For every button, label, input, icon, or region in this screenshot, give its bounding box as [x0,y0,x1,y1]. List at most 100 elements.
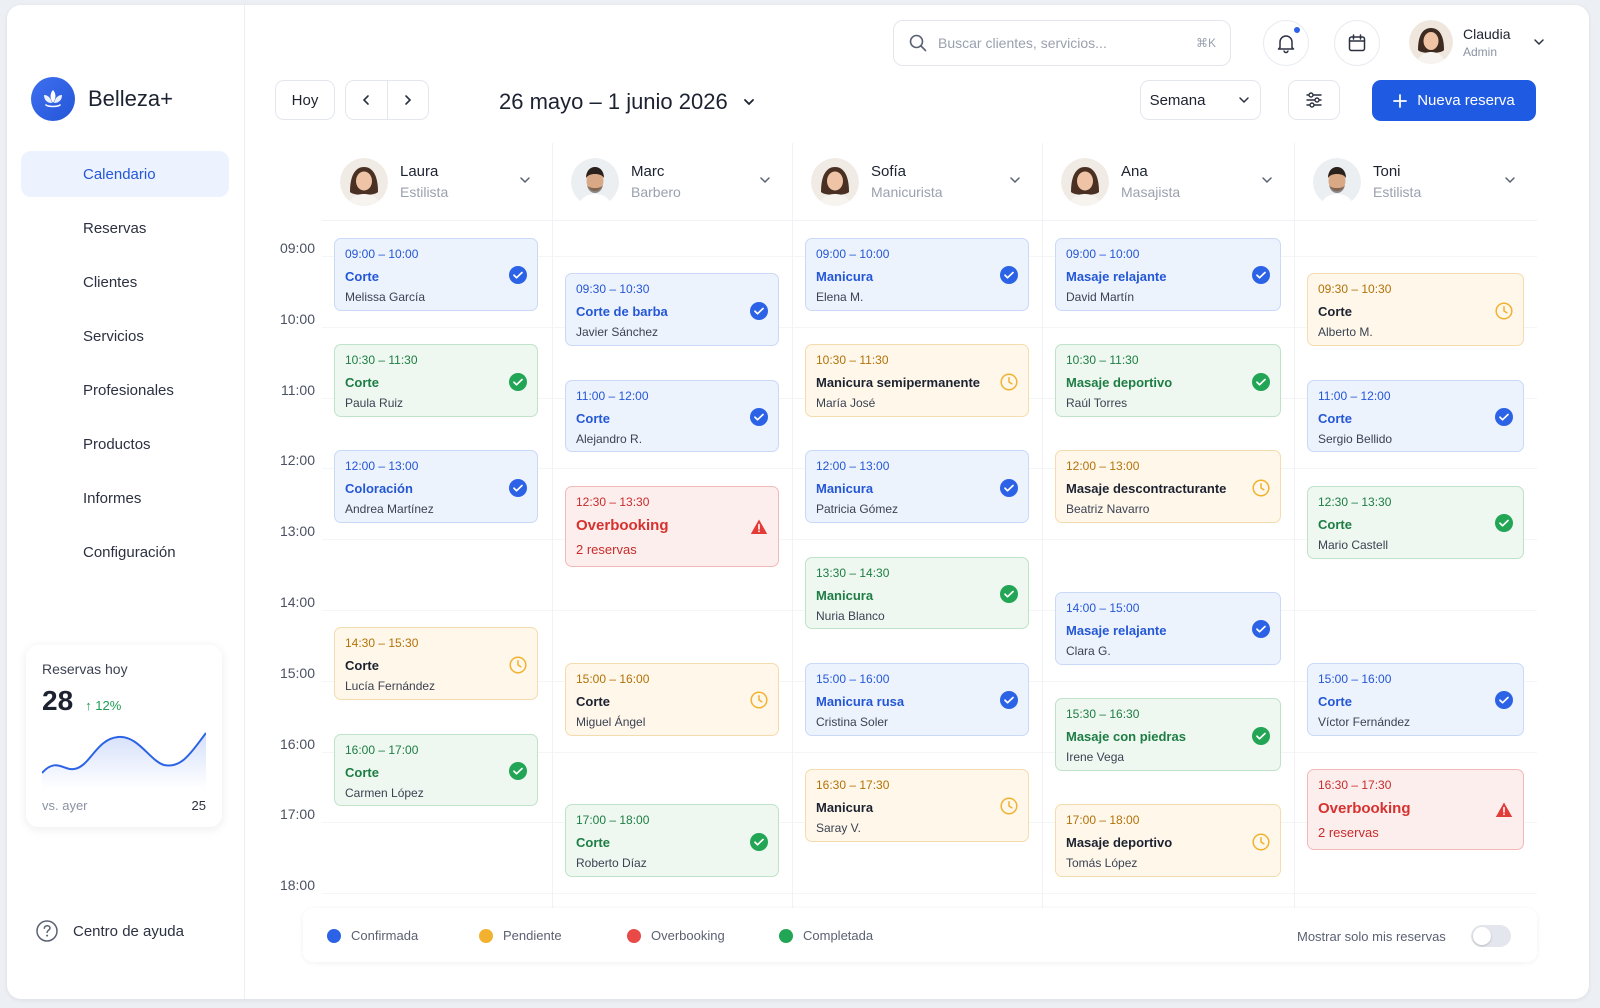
appointment-card[interactable]: 12:00 – 13:00 Coloración Andrea Martínez [334,450,538,524]
staff-header[interactable]: Ana Masajista [1043,143,1294,221]
appointment-time: 12:30 – 13:30 [576,494,650,509]
legend-label: Overbooking [651,928,725,943]
appointment-card[interactable]: 12:00 – 13:00 Masaje descontracturante Bea… [1055,450,1281,524]
search-input[interactable] [938,35,1186,51]
appointment-card[interactable]: 15:00 – 16:00 Manicura rusa Cristina Soler [805,662,1029,736]
appointment-client: David Martín [1066,290,1135,304]
sidebar-item-label: Productos [83,435,151,453]
legend-item: Confirmada [327,928,418,943]
appointment-card[interactable]: 16:30 – 17:30 Overbooking 2 reservas [1307,769,1524,850]
appointment-service: Corte [1318,693,1352,709]
chevron-down-icon [1260,173,1274,192]
appointment-card[interactable]: 09:30 – 10:30 Corte Alberto M. [1307,273,1524,347]
appointment-client: 2 reservas [576,541,637,557]
completed-check-icon [1495,514,1513,533]
appointment-card[interactable]: 13:30 – 14:30 Manicura Nuria Blanco [805,556,1029,630]
appointment-card[interactable]: 16:30 – 17:30 Manicura Saray V. [805,769,1029,842]
sidebar-item-servicios[interactable]: Servicios [21,313,229,359]
chevron-down-icon [743,99,754,106]
appointment-service: Manicura [816,587,874,603]
staff-header[interactable]: Sofía Manicurista [793,143,1042,221]
search-shortcut: ⌘K [1195,36,1216,50]
appointment-card[interactable]: 12:30 – 13:30 Overbooking 2 reservas [565,485,779,567]
appointment-card[interactable]: 10:30 – 11:30 Corte Paula Ruiz [334,344,538,417]
appointment-service: Corte [345,269,379,284]
sidebar-item-clientes[interactable]: Clientes [21,259,229,305]
appointment-card[interactable]: 10:30 – 11:30 Manicura semipermanente Marí… [805,344,1029,417]
appointment-card[interactable]: 12:00 – 13:00 Manicura Patricia Gómez [805,450,1029,524]
staff-role: Barbero [631,184,681,200]
appointment-card[interactable]: 16:00 – 17:00 Corte Carmen López [334,733,538,807]
appointment-service: Overbooking [1318,800,1411,817]
chevron-down-icon [758,173,772,192]
appointment-client: Alberto M. [1318,325,1373,340]
next-week-button[interactable] [388,93,429,107]
appointment-card[interactable]: 14:30 – 15:30 Corte Lucía Fernández [334,627,538,701]
sidebar-item-informes[interactable]: Informes [21,475,229,521]
filters-button[interactable] [1288,80,1340,120]
arrow-up-icon: ↑ [85,698,96,713]
appointment-card[interactable]: 11:00 – 12:00 Corte Alejandro R. [565,379,779,453]
lotus-logo-icon [31,77,75,121]
bag-icon [39,324,63,348]
new-booking-button[interactable]: Nueva reserva [1372,80,1536,121]
appointment-card[interactable]: 11:00 – 12:00 Corte Sergio Bellido [1307,379,1524,453]
appointment-client: Cristina Soler [816,714,889,729]
appointment-client: Víctor Fernández [1318,714,1411,729]
appointment-card[interactable]: 17:00 – 18:00 Corte Roberto Díaz [565,804,779,878]
sidebar-item-reservas[interactable]: Reservas [21,205,229,251]
appointment-time: 09:30 – 10:30 [576,282,650,297]
appointment-service: Coloración [345,481,413,497]
appointment-card[interactable]: 17:00 – 18:00 Masaje deportivo Tomás López [1055,804,1281,878]
help-center-link[interactable]: Centro de ayuda [35,919,184,943]
appointment-card[interactable]: 09:30 – 10:30 Corte de barba Javier Sánche… [565,273,779,347]
appointment-card[interactable]: 12:30 – 13:30 Corte Mario Castell [1307,485,1524,559]
calendar-button[interactable] [1334,20,1380,66]
brand[interactable]: Belleza+ [31,77,173,121]
staff-header[interactable]: Laura Estilista [322,143,552,221]
user-icon [39,270,63,294]
today-button[interactable]: Hoy [275,80,335,120]
confirmed-check-icon [1000,691,1018,710]
completed-check-icon [1000,584,1018,603]
sidebar-item-calendario[interactable]: Calendario [21,151,229,197]
appointment-service: Overbooking [576,516,669,534]
appointment-card[interactable]: 15:00 – 16:00 Corte Miguel Ángel [565,662,779,736]
staff-avatar [811,157,859,206]
sidebar-item-productos[interactable]: Productos [21,421,229,467]
my-bookings-toggle[interactable] [1471,925,1511,947]
appointment-client: Lucía Fernández [345,679,436,694]
staff-header[interactable]: Marc Barbero [553,143,792,221]
prev-week-button[interactable] [346,93,387,107]
user-menu[interactable]: Claudia Admin [1409,20,1546,64]
appointment-client: Andrea Martínez [345,502,434,517]
view-select[interactable]: Semana [1140,80,1261,120]
appointment-card[interactable]: 15:30 – 16:30 Masaje con piedras Irene Veg… [1055,698,1281,771]
appointment-time: 09:00 – 10:00 [345,247,419,261]
staff-name: Sofía [871,163,907,180]
warning-icon [750,518,768,536]
appointment-card[interactable]: 09:00 – 10:00 Corte Melissa García [334,238,538,311]
appointment-card[interactable]: 09:00 – 10:00 Manicura Elena M. [805,238,1029,311]
appointment-card[interactable]: 14:00 – 15:00 Masaje relajante Clara G. [1055,592,1281,665]
bar-chart-icon [39,486,63,510]
completed-check-icon [509,372,527,391]
status-legend: Mostrar solo mis reservas Confirmada Pend… [303,908,1537,962]
sidebar-item-profesionales[interactable]: Profesionales [21,367,229,413]
chevron-down-icon [1008,173,1022,192]
notifications-button[interactable] [1263,20,1309,66]
appointment-client: Mario Castell [1318,537,1389,552]
date-range-selector[interactable]: 26 mayo – 1 junio 2026 [499,89,756,115]
appointment-card[interactable]: 10:30 – 11:30 Masaje deportivo Raúl Torres [1055,344,1281,417]
appointment-card[interactable]: 09:00 – 10:00 Masaje relajante David Martí… [1055,238,1281,311]
appointment-card[interactable]: 15:00 – 16:00 Corte Víctor Fernández [1307,662,1524,736]
appointment-service: Masaje con piedras [1066,729,1186,745]
appointment-time: 09:00 – 10:00 [1066,247,1140,261]
staff-avatar [1061,157,1109,206]
staff-name: Toni [1373,163,1401,180]
sparkline-chart [42,732,206,789]
app-window: Belleza+ Calendario Reservas Clientes Servi… [7,5,1589,999]
sidebar-item-configuracion[interactable]: Configuración [21,529,229,575]
search-bar[interactable]: ⌘K [893,20,1231,66]
staff-header[interactable]: Toni Estilista [1295,143,1537,221]
